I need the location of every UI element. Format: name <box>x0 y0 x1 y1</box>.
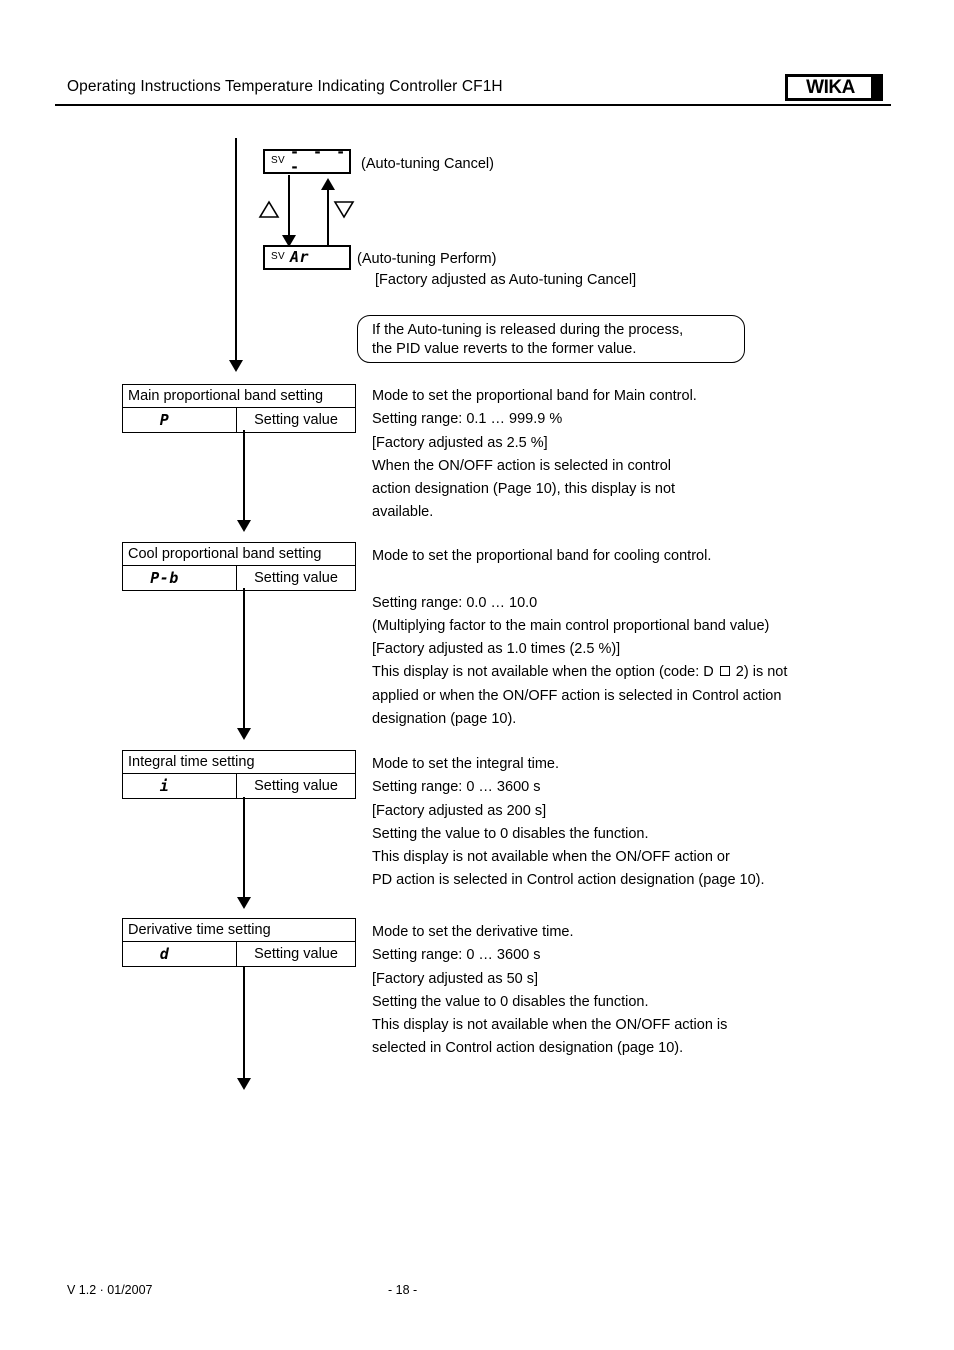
param-code-glyph: i <box>159 776 170 795</box>
desc-line: When the ON/OFF action is selected in co… <box>372 457 671 474</box>
desc-line: Setting range: 0.1 … 999.9 % <box>372 411 563 428</box>
desc-line: This display is not available when the O… <box>372 849 730 866</box>
param-code-cell: d <box>123 942 237 966</box>
flow-line-top <box>235 138 237 360</box>
autotune-down-arrow-line <box>288 175 290 237</box>
desc-line: PD action is selected in Control action … <box>372 872 765 889</box>
param-row: P Setting value <box>123 408 355 432</box>
param-code-glyph: P <box>159 410 170 429</box>
param-value-label: Setting value <box>254 570 338 586</box>
param-code-cell: P <box>123 408 237 432</box>
flow-line-i-to-d <box>243 797 245 897</box>
param-title: Main proportional band setting <box>123 385 355 408</box>
desc-line: (Multiplying factor to the main control … <box>372 617 770 634</box>
desc-line: Setting range: 0.0 … 10.0 <box>372 594 538 611</box>
sv-display-autotuning-perform: SV Ar <box>263 245 351 270</box>
header-divider <box>55 104 891 106</box>
desc-line: designation (page 10). <box>372 711 517 728</box>
option-placeholder-box-icon <box>719 666 730 677</box>
document-page: Operating Instructions Temperature Indic… <box>0 0 954 1350</box>
param-block-derivative-time: Derivative time setting d Setting value <box>122 918 356 967</box>
desc-line: action designation (Page 10), this displ… <box>372 481 676 498</box>
param-code-cell: i <box>123 774 237 798</box>
param-title: Derivative time setting <box>123 919 355 942</box>
page-header-title: Operating Instructions Temperature Indic… <box>67 78 503 95</box>
desc-line: Mode to set the integral time. <box>372 756 559 772</box>
desc-line: This display is not available when the o… <box>372 664 788 681</box>
param-block-integral-time: Integral time setting i Setting value <box>122 750 356 799</box>
callout-line-2: the PID value reverts to the former valu… <box>372 341 637 357</box>
autotuning-factory-note: [Factory adjusted as Auto-tuning Cancel] <box>375 272 637 288</box>
param-block-cool-proportional-band: Cool proportional band setting P-b Setti… <box>122 542 356 591</box>
param-code-glyph: P-b <box>150 568 179 587</box>
param-row: P-b Setting value <box>123 566 355 590</box>
param-description-main-proportional-band: Mode to set the proportional band for Ma… <box>372 385 872 525</box>
flow-arrowhead-end <box>237 1078 251 1090</box>
param-value-label: Setting value <box>254 946 338 962</box>
wika-logo-bar <box>871 77 880 98</box>
param-value-label: Setting value <box>254 778 338 794</box>
autotuning-release-callout: If the Auto-tuning is released during th… <box>357 315 745 363</box>
param-title: Integral time setting <box>123 751 355 774</box>
desc-line: [Factory adjusted as 2.5 %] <box>372 434 548 451</box>
desc-line: Setting range: 0 … 3600 s <box>372 779 541 796</box>
desc-line: Setting the value to 0 disables the func… <box>372 825 649 842</box>
desc-line: applied or when the ON/OFF action is sel… <box>372 687 782 704</box>
desc-spacer <box>372 568 882 591</box>
flow-arrowhead-to-derivative <box>237 897 251 909</box>
desc-line: Mode to set the proportional band for co… <box>372 548 712 564</box>
desc-line: selected in Control action designation (… <box>372 1040 684 1057</box>
autotuning-cancel-caption: (Auto-tuning Cancel) <box>361 156 494 172</box>
autotuning-perform-caption: (Auto-tuning Perform) <box>357 251 497 267</box>
autotune-up-arrowhead <box>321 178 335 190</box>
desc-line: Setting range: 0 … 3600 s <box>372 947 541 964</box>
triangle-up-icon[interactable] <box>258 200 280 219</box>
wika-logo-text: WIKA <box>806 77 855 98</box>
param-title: Cool proportional band setting <box>123 543 355 566</box>
param-row: i Setting value <box>123 774 355 798</box>
sv-display-autotuning-cancel: SV - - - - <box>263 145 351 175</box>
wika-logo: WIKA <box>785 74 883 101</box>
sv-value-at-code: Ar <box>289 248 310 266</box>
desc-line: This display is not available when the O… <box>372 1017 728 1034</box>
desc-line: [Factory adjusted as 200 s] <box>372 802 547 819</box>
sv-value-dashes: - - - - <box>289 143 348 176</box>
flow-arrowhead-to-main-p <box>229 360 243 372</box>
desc-line: [Factory adjusted as 1.0 times (2.5 %)] <box>372 641 621 658</box>
flow-line-p-to-pb <box>243 430 245 520</box>
flow-arrowhead-to-integral <box>237 728 251 740</box>
triangle-down-icon[interactable] <box>333 200 355 219</box>
param-description-cool-proportional-band: Mode to set the proportional band for co… <box>372 545 882 731</box>
param-code-glyph: d <box>159 944 170 963</box>
desc-line: [Factory adjusted as 50 s] <box>372 970 539 987</box>
desc-line: available. <box>372 504 434 521</box>
desc-line: Setting the value to 0 disables the func… <box>372 993 649 1010</box>
param-description-derivative-time: Mode to set the derivative time. Setting… <box>372 921 872 1061</box>
flow-line-pb-to-i <box>243 588 245 728</box>
desc-line: Mode to set the proportional band for Ma… <box>372 388 697 404</box>
param-row: d Setting value <box>123 942 355 966</box>
param-description-integral-time: Mode to set the integral time. Setting r… <box>372 753 872 893</box>
param-code-cell: P-b <box>123 566 237 590</box>
sv-label: SV <box>271 251 285 262</box>
param-block-main-proportional-band: Main proportional band setting P Setting… <box>122 384 356 433</box>
desc-line: Mode to set the derivative time. <box>372 924 574 940</box>
footer-version: V 1.2 · 01/2007 <box>67 1283 153 1297</box>
flow-line-bottom <box>243 966 245 1078</box>
footer-page-number: - 18 - <box>388 1283 418 1297</box>
sv-label: SV <box>271 155 285 166</box>
callout-line-1: If the Auto-tuning is released during th… <box>372 322 684 338</box>
flow-arrowhead-to-cool-pb <box>237 520 251 532</box>
param-value-label: Setting value <box>254 412 338 428</box>
autotune-up-arrow-line <box>327 185 329 247</box>
